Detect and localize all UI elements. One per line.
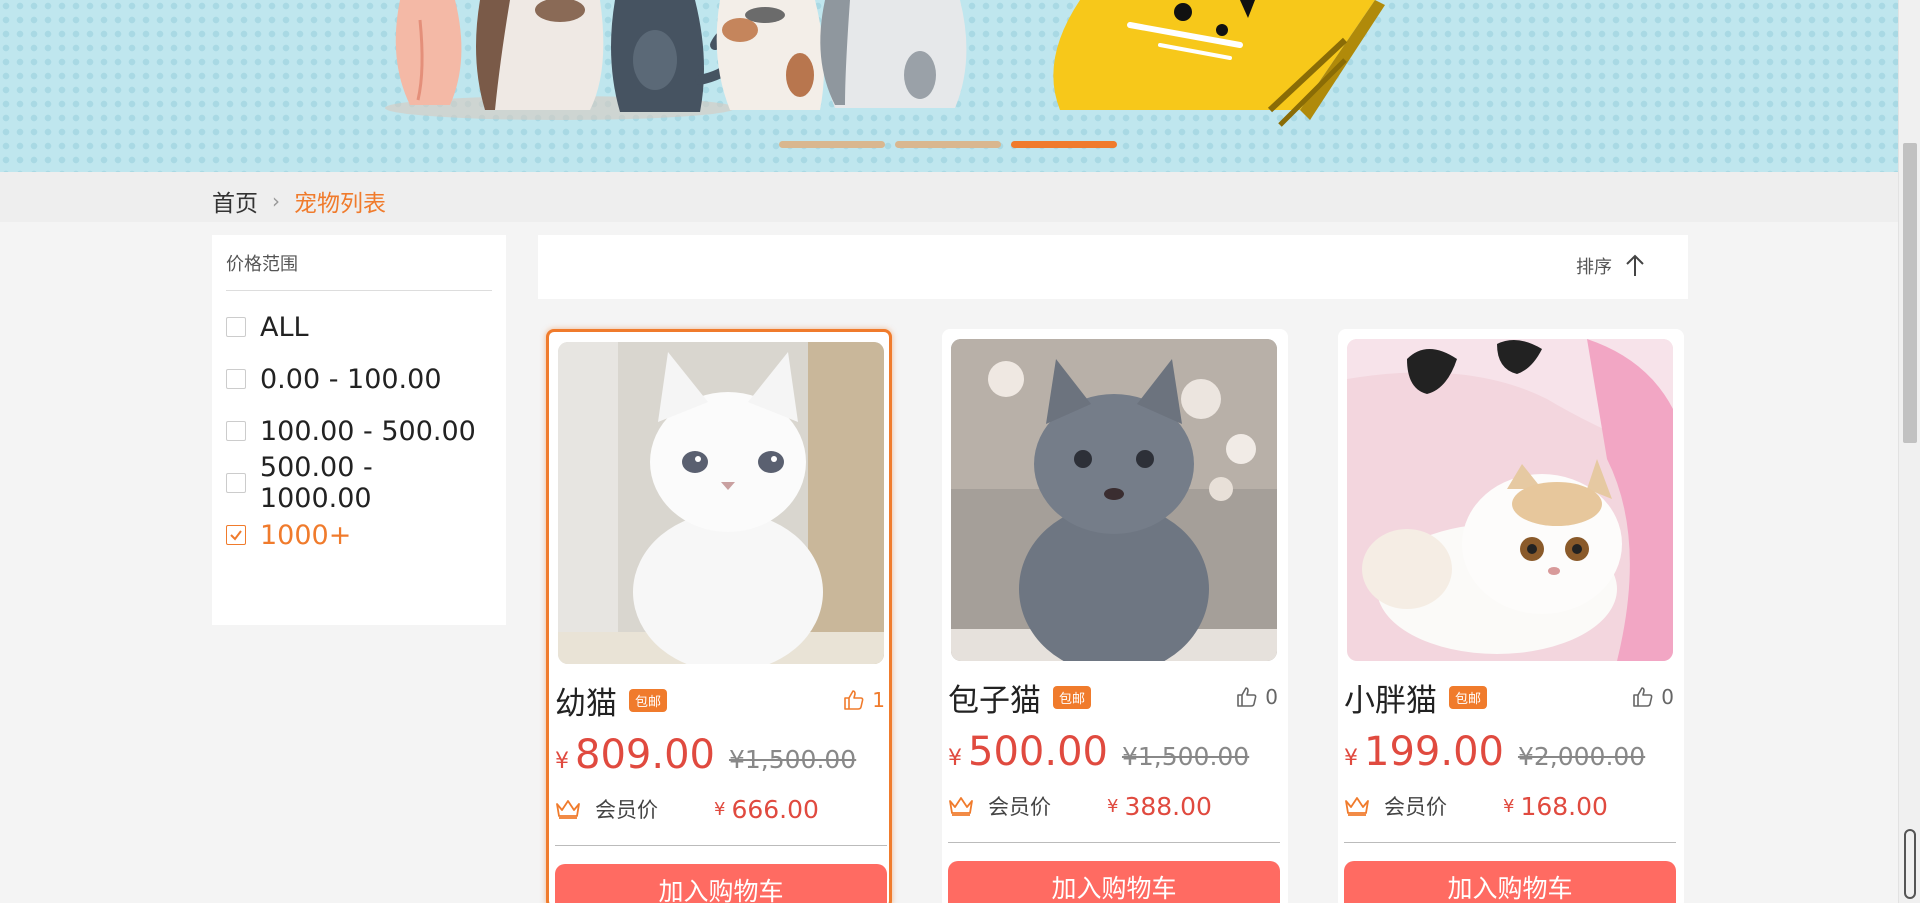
add-to-cart-button[interactable]: 加入购物车	[948, 861, 1280, 903]
filter-option-1000-plus[interactable]: 1000+	[226, 509, 492, 561]
product-image[interactable]	[951, 339, 1277, 661]
sort-label: 排序	[1576, 257, 1612, 278]
carousel-dot[interactable]	[779, 141, 885, 148]
crown-icon	[1345, 797, 1369, 816]
add-to-cart-button[interactable]: 加入购物车	[555, 864, 887, 903]
original-price: ¥2,000.00	[1517, 742, 1646, 771]
arrow-up-icon	[1626, 254, 1644, 276]
like-button[interactable]: 0	[1235, 685, 1278, 709]
breadcrumb: 首页 › 宠物列表	[212, 184, 386, 218]
checkbox[interactable]	[226, 473, 246, 493]
currency-symbol: ¥	[948, 746, 962, 771]
original-price: ¥1,500.00	[1121, 742, 1250, 771]
sale-price: 809.00	[575, 732, 715, 778]
breadcrumb-current: 宠物列表	[294, 191, 386, 217]
scroll-indicator-icon	[1904, 829, 1916, 899]
currency-symbol: ¥	[1344, 746, 1358, 771]
filter-option-label: ALL	[260, 311, 309, 343]
product-name[interactable]: 幼猫	[555, 678, 617, 723]
member-price-label: 会员价	[988, 795, 1051, 819]
product-name[interactable]: 小胖猫	[1344, 675, 1437, 720]
like-button[interactable]: 0	[1631, 685, 1674, 709]
divider	[1344, 842, 1676, 843]
member-price: 168.00	[1520, 791, 1608, 821]
price-row: ¥ 500.00 ¥1,500.00	[948, 729, 1249, 775]
product-card[interactable]: 幼猫 包邮 1 ¥ 809.00 ¥1,500.00 会员价 ¥ 666.00 …	[546, 329, 892, 903]
filter-option-label: 0.00 - 100.00	[260, 363, 442, 395]
member-currency-symbol: ¥	[714, 798, 726, 820]
checkbox[interactable]	[226, 369, 246, 389]
carousel-dot[interactable]	[895, 141, 1001, 148]
price-filter-panel: 价格范围 ALL 0.00 - 100.00 100.00 - 500.00 5…	[212, 235, 506, 625]
filter-option-label: 1000+	[260, 519, 352, 551]
price-row: ¥ 809.00 ¥1,500.00	[555, 732, 856, 778]
original-price: ¥1,500.00	[728, 745, 857, 774]
product-image[interactable]	[558, 342, 884, 664]
sale-price: 199.00	[1364, 729, 1504, 775]
sort-button[interactable]: 排序	[1576, 253, 1648, 279]
divider	[948, 842, 1280, 843]
product-name[interactable]: 包子猫	[948, 675, 1041, 720]
member-price: 388.00	[1124, 791, 1212, 821]
free-shipping-badge: 包邮	[1053, 685, 1092, 709]
member-price-label: 会员价	[595, 798, 658, 822]
checkbox[interactable]	[226, 421, 246, 441]
filter-option-500-1000[interactable]: 500.00 - 1000.00	[226, 452, 492, 514]
product-image[interactable]	[1347, 339, 1673, 661]
filter-option-label: 100.00 - 500.00	[260, 415, 476, 447]
product-card[interactable]: 小胖猫 包邮 0 ¥ 199.00 ¥2,000.00 会员价 ¥ 168.00…	[1338, 329, 1684, 903]
free-shipping-badge: 包邮	[629, 688, 668, 712]
price-row: ¥ 199.00 ¥2,000.00	[1344, 729, 1645, 775]
currency-symbol: ¥	[555, 749, 569, 774]
member-price: 666.00	[731, 794, 819, 824]
page-scrollbar[interactable]	[1898, 0, 1920, 903]
member-currency-symbol: ¥	[1107, 795, 1119, 817]
like-count: 1	[872, 688, 885, 712]
checkmark-icon	[230, 530, 242, 541]
breadcrumb-home-link[interactable]: 首页	[212, 184, 258, 218]
like-button[interactable]: 1	[842, 688, 885, 712]
filter-title: 价格范围	[226, 235, 492, 291]
breadcrumb-bar: 首页 › 宠物列表	[0, 172, 1898, 222]
divider	[555, 845, 887, 846]
sort-bar: 排序	[538, 235, 1688, 299]
member-price-row: 会员价 ¥ 388.00	[948, 791, 1278, 821]
banner-carousel[interactable]	[0, 0, 1898, 172]
checkbox[interactable]	[226, 317, 246, 337]
crown-icon	[949, 797, 973, 816]
thumbs-up-icon	[1633, 687, 1653, 707]
filter-option-0-100[interactable]: 0.00 - 100.00	[226, 353, 492, 405]
crown-icon	[556, 800, 580, 819]
free-shipping-badge: 包邮	[1449, 685, 1488, 709]
member-price-label: 会员价	[1384, 795, 1447, 819]
like-count: 0	[1265, 685, 1278, 709]
filter-option-label: 500.00 - 1000.00	[259, 452, 373, 514]
scrollbar-thumb[interactable]	[1903, 143, 1917, 443]
member-price-row: 会员价 ¥ 666.00	[555, 794, 885, 824]
breadcrumb-separator-icon: ›	[272, 189, 280, 213]
product-title-row: 小胖猫 包邮 0	[1344, 675, 1674, 720]
thumbs-up-icon	[1237, 687, 1257, 707]
product-title-row: 包子猫 包邮 0	[948, 675, 1278, 720]
sale-price: 500.00	[968, 729, 1108, 775]
carousel-indicators	[779, 141, 1117, 148]
carousel-dot-active[interactable]	[1011, 141, 1117, 148]
thumbs-up-icon	[844, 690, 864, 710]
like-count: 0	[1661, 685, 1674, 709]
member-currency-symbol: ¥	[1503, 795, 1515, 817]
product-title-row: 幼猫 包邮 1	[555, 678, 885, 723]
filter-option-100-500[interactable]: 100.00 - 500.00	[226, 405, 492, 457]
checkbox-checked[interactable]	[226, 525, 246, 545]
filter-option-all[interactable]: ALL	[226, 301, 492, 353]
add-to-cart-button[interactable]: 加入购物车	[1344, 861, 1676, 903]
product-card[interactable]: 包子猫 包邮 0 ¥ 500.00 ¥1,500.00 会员价 ¥ 388.00…	[942, 329, 1288, 903]
member-price-row: 会员价 ¥ 168.00	[1344, 791, 1674, 821]
